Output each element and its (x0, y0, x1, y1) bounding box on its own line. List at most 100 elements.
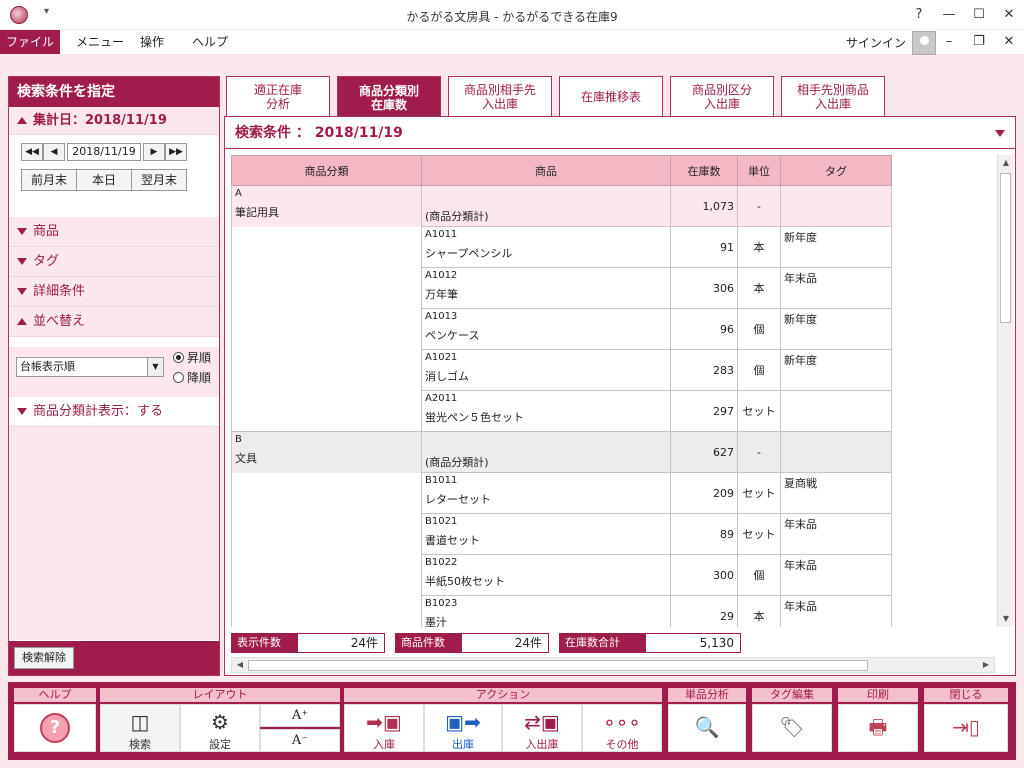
first-date-button[interactable]: ◀◀ (21, 143, 43, 161)
font-increase-button[interactable]: A⁺ (260, 704, 340, 727)
product-cell: A2011 蛍光ペン５色セット (421, 390, 671, 432)
ribbon-minimize-button[interactable]: – (934, 31, 964, 53)
tab-category-stock[interactable]: 商品分類別 在庫数 (337, 76, 441, 118)
section-subtotal[interactable]: 商品分類計表示：する (9, 397, 219, 427)
single-analysis-button[interactable]: 🔍 (668, 704, 746, 752)
tab-proper-stock[interactable]: 適正在庫 分析 (226, 76, 330, 116)
prev-month-end-button[interactable]: 前月末 (21, 169, 77, 191)
unit-cell: セット (737, 472, 781, 514)
qty-cell: 306 (670, 267, 738, 309)
unit-cell: セット (737, 513, 781, 555)
scroll-thumb[interactable] (1000, 173, 1011, 323)
print-button[interactable]: 🖶 (838, 704, 918, 752)
print-group: 印刷 🖶 (838, 688, 918, 754)
maximize-button[interactable]: ☐ (964, 4, 994, 26)
scroll-up-icon[interactable]: ▲ (998, 155, 1014, 171)
table-row[interactable]: A 筆記用具 (商品分類計) 1,073 - (231, 185, 892, 227)
header-category[interactable]: 商品分類 (231, 155, 422, 186)
tab-partner-product[interactable]: 相手先別商品 入出庫 (781, 76, 885, 116)
tag-cell: 年末品 (780, 554, 892, 596)
tag-cell: 年末品 (780, 267, 892, 309)
table-row[interactable]: A1021 消しゴム 283 個新年度 (231, 349, 892, 391)
scroll-thumb[interactable] (248, 660, 868, 671)
next-month-end-button[interactable]: 翌月末 (131, 169, 187, 191)
chevron-down-icon[interactable]: ▼ (147, 358, 163, 376)
panel-body: 商品分類計表示：する (9, 397, 219, 640)
horizontal-scrollbar[interactable]: ◀ ▶ (231, 657, 995, 673)
scroll-left-icon[interactable]: ◀ (232, 657, 248, 673)
search-layout-button[interactable]: ◫ 検索 (100, 704, 180, 752)
menu-menu[interactable]: メニュー (64, 30, 136, 54)
sort-select[interactable]: 台帳表示順 ▼ (16, 357, 164, 377)
section-product[interactable]: 商品 (9, 217, 219, 247)
table-row[interactable]: A1012 万年筆 306 本年末品 (231, 267, 892, 309)
panel-title: 検索条件を指定 (9, 77, 219, 107)
menu-file[interactable]: ファイル (0, 30, 60, 54)
table-row[interactable]: B 文具 (商品分類計) 627 - (231, 431, 892, 473)
minimize-button[interactable]: — (934, 4, 964, 26)
tag-cell: 新年度 (780, 349, 892, 391)
scroll-down-icon[interactable]: ▼ (998, 611, 1014, 627)
table-row[interactable]: A2011 蛍光ペン５色セット 297 セット (231, 390, 892, 432)
radio-checked-icon (173, 352, 184, 363)
help-icon: ? (40, 713, 70, 743)
header-unit[interactable]: 単位 (737, 155, 781, 186)
section-tag[interactable]: タグ (9, 247, 219, 277)
settings-button[interactable]: ⚙ 設定 (180, 704, 260, 752)
menu-bar: ファイル メニュー 操作 ヘルプ サインイン – ❐ ✕ (0, 30, 1024, 55)
stock-in-button[interactable]: ➡▣ 入庫 (344, 704, 424, 752)
subtotal-unit: - (737, 185, 781, 227)
font-decrease-button[interactable]: A⁻ (260, 729, 340, 752)
expand-icon (17, 258, 27, 265)
category-cell: B 文具 (231, 431, 422, 473)
table-row[interactable]: B1023 墨汁 29 本年末品 (231, 595, 892, 627)
date-input[interactable]: 2018/11/19 (67, 143, 141, 161)
stock-out-button[interactable]: ▣➡ 出庫 (424, 704, 502, 752)
criteria-bar[interactable]: 検索条件 ： 2018/11/19 (225, 117, 1015, 149)
qty-cell: 91 (670, 226, 738, 268)
close-button[interactable]: ✕ (994, 4, 1024, 26)
section-detail[interactable]: 詳細条件 (9, 277, 219, 307)
chevron-down-icon[interactable] (995, 130, 1005, 137)
avatar[interactable] (912, 31, 936, 55)
doc-close-button[interactable]: ✕ (994, 31, 1024, 53)
table-row[interactable]: B1021 書道セット 89 セット 年末品 (231, 513, 892, 555)
header-product[interactable]: 商品 (421, 155, 671, 186)
table-row[interactable]: A1011 シャープペンシル 91 本新年度 (231, 226, 892, 268)
header-qty[interactable]: 在庫数 (670, 155, 738, 186)
sort-desc-radio[interactable]: 降順 (173, 369, 211, 386)
product-cell: B1022 半紙50枚セット (421, 554, 671, 596)
table-row[interactable]: A1013 ペンケース 96 個新年度 (231, 308, 892, 350)
signin-link[interactable]: サインイン (846, 34, 906, 51)
next-date-button[interactable]: ▶ (143, 143, 165, 161)
table-row[interactable]: B1011 レターセット 209 セット 夏商戦 (231, 472, 892, 514)
analysis-group: 単品分析 🔍 (668, 688, 746, 754)
stock-inout-button[interactable]: ⇄▣ 入出庫 (502, 704, 582, 752)
restore-button[interactable]: ❐ (964, 31, 994, 53)
menu-operation[interactable]: 操作 (128, 30, 176, 54)
last-date-button[interactable]: ▶▶ (165, 143, 187, 161)
vertical-scrollbar[interactable]: ▲ ▼ (997, 155, 1013, 627)
tag-edit-button[interactable]: 🏷 (752, 704, 832, 752)
close-app-button[interactable]: ⇥▯ (924, 704, 1008, 752)
today-button[interactable]: 本日 (76, 169, 132, 191)
other-action-button[interactable]: ∘∘∘ その他 (582, 704, 662, 752)
unit-cell: 本 (737, 226, 781, 268)
sort-asc-radio[interactable]: 昇順 (173, 349, 211, 366)
table-row[interactable]: B1022 半紙50枚セット 300 個年末品 (231, 554, 892, 596)
prev-date-button[interactable]: ◀ (43, 143, 65, 161)
clear-search-button[interactable]: 検索解除 (14, 647, 74, 669)
tab-product-partner[interactable]: 商品別相手先 入出庫 (448, 76, 552, 116)
scroll-right-icon[interactable]: ▶ (978, 657, 994, 673)
header-tag[interactable]: タグ (780, 155, 892, 186)
tab-stock-trend[interactable]: 在庫推移表 (559, 76, 663, 116)
title-bar: ▾ かるがる文房具 - かるがるできる在庫9 ? — ☐ ✕ (0, 0, 1024, 30)
section-date[interactable]: 集計日：2018/11/19 (9, 107, 219, 135)
section-sort[interactable]: 並べ替え (9, 307, 219, 337)
help-button[interactable]: ? (14, 704, 96, 752)
tab-product-division[interactable]: 商品別区分 入出庫 (670, 76, 774, 116)
tag-icon: 🏷 (779, 715, 805, 739)
qty-cell: 209 (670, 472, 738, 514)
help-icon[interactable]: ? (904, 4, 934, 26)
menu-help[interactable]: ヘルプ (180, 30, 240, 54)
